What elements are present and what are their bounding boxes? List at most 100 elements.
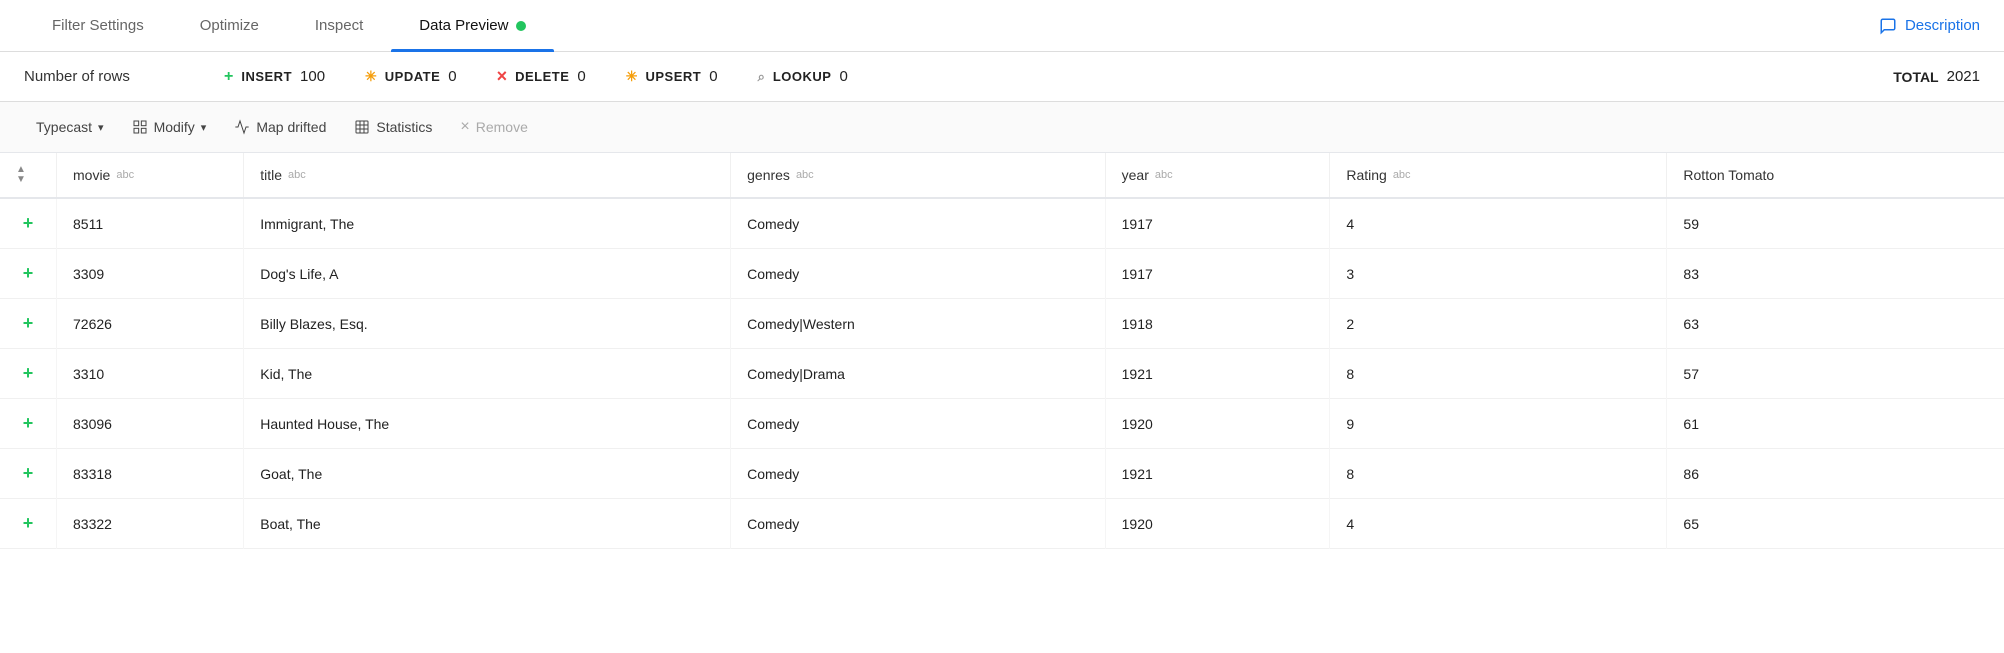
cell-title: Dog's Life, A — [244, 249, 731, 299]
cell-movie: 72626 — [57, 299, 244, 349]
remove-label: Remove — [476, 119, 528, 135]
col-label-title: title — [260, 167, 282, 183]
row-count-label: Number of rows — [24, 68, 184, 85]
update-value: 0 — [448, 68, 456, 85]
nav-item-inspect[interactable]: Inspect — [287, 0, 391, 52]
cell-title: Haunted House, The — [244, 399, 731, 449]
cell-rating: 8 — [1330, 349, 1667, 399]
cell-rotten_tomato: 65 — [1667, 499, 2004, 549]
cell-movie: 3309 — [57, 249, 244, 299]
col-header-rotten-tomato[interactable]: Rotton Tomato — [1667, 153, 2004, 198]
table-row: +83322Boat, TheComedy1920465 — [0, 499, 2004, 549]
cell-year: 1918 — [1105, 299, 1330, 349]
col-type-year: abc — [1155, 169, 1173, 181]
cell-rotten_tomato: 59 — [1667, 198, 2004, 249]
cell-movie: 83318 — [57, 449, 244, 499]
remove-x-icon: × — [460, 118, 469, 136]
modify-label: Modify — [154, 119, 195, 135]
row-plus-indicator[interactable]: + — [0, 198, 57, 249]
update-icon: ✳ — [365, 68, 377, 85]
total-value: 2021 — [1947, 68, 1980, 85]
typecast-label: Typecast — [36, 119, 92, 135]
col-header-rating[interactable]: Rating abc — [1330, 153, 1667, 198]
cell-rotten_tomato: 63 — [1667, 299, 2004, 349]
upsert-icon: ✳ — [626, 68, 638, 85]
cell-movie: 3310 — [57, 349, 244, 399]
col-label-genres: genres — [747, 167, 790, 183]
row-plus-indicator[interactable]: + — [0, 249, 57, 299]
cell-year: 1917 — [1105, 249, 1330, 299]
row-plus-indicator[interactable]: + — [0, 499, 57, 549]
stat-lookup: ⌕ LOOKUP 0 — [758, 68, 848, 85]
table-row: +3310Kid, TheComedy|Drama1921857 — [0, 349, 2004, 399]
typecast-button[interactable]: Typecast ▾ — [24, 113, 116, 141]
col-header-indicator: ▲▼ — [0, 153, 57, 198]
statistics-button[interactable]: Statistics — [342, 113, 444, 141]
cell-movie: 8511 — [57, 198, 244, 249]
table-body: +8511Immigrant, TheComedy1917459+3309Dog… — [0, 198, 2004, 549]
nav-item-data-preview[interactable]: Data Preview — [391, 0, 554, 52]
data-table: ▲▼ movie abc title abc — [0, 153, 2004, 549]
modify-button[interactable]: Modify ▾ — [120, 113, 219, 141]
map-drifted-icon — [234, 119, 250, 135]
cell-year: 1921 — [1105, 449, 1330, 499]
cell-title: Goat, The — [244, 449, 731, 499]
nav-label-filter-settings: Filter Settings — [52, 17, 144, 34]
row-plus-indicator[interactable]: + — [0, 299, 57, 349]
nav-label-data-preview: Data Preview — [419, 17, 508, 34]
sort-icon-indicator[interactable]: ▲▼ — [16, 165, 26, 185]
remove-button[interactable]: × Remove — [448, 112, 539, 142]
table-row: +72626Billy Blazes, Esq.Comedy|Western19… — [0, 299, 2004, 349]
cell-year: 1920 — [1105, 399, 1330, 449]
nav-item-filter-settings[interactable]: Filter Settings — [24, 0, 172, 52]
col-type-genres: abc — [796, 169, 814, 181]
lookup-label: LOOKUP — [773, 69, 832, 84]
nav-label-optimize: Optimize — [200, 17, 259, 34]
insert-value: 100 — [300, 68, 325, 85]
col-header-title[interactable]: title abc — [244, 153, 731, 198]
statistics-icon — [354, 119, 370, 135]
stat-delete: × DELETE 0 — [497, 66, 586, 87]
table-row: +8511Immigrant, TheComedy1917459 — [0, 198, 2004, 249]
table-row: +3309Dog's Life, AComedy1917383 — [0, 249, 2004, 299]
cell-genres: Comedy — [731, 499, 1106, 549]
description-button[interactable]: Description — [1879, 17, 1980, 35]
table-row: +83096Haunted House, TheComedy1920961 — [0, 399, 2004, 449]
cell-rotten_tomato: 83 — [1667, 249, 2004, 299]
delete-value: 0 — [577, 68, 585, 85]
cell-genres: Comedy — [731, 198, 1106, 249]
delete-icon: × — [497, 66, 508, 87]
col-type-movie: abc — [116, 169, 134, 181]
map-drifted-button[interactable]: Map drifted — [222, 113, 338, 141]
cell-rating: 9 — [1330, 399, 1667, 449]
active-dot — [516, 21, 526, 31]
map-drifted-label: Map drifted — [256, 119, 326, 135]
col-header-genres[interactable]: genres abc — [731, 153, 1106, 198]
row-plus-indicator[interactable]: + — [0, 349, 57, 399]
cell-title: Billy Blazes, Esq. — [244, 299, 731, 349]
cell-rating: 8 — [1330, 449, 1667, 499]
cell-title: Boat, The — [244, 499, 731, 549]
col-label-rotten-tomato: Rotton Tomato — [1683, 167, 1774, 183]
data-table-container: ▲▼ movie abc title abc — [0, 153, 2004, 549]
col-header-year[interactable]: year abc — [1105, 153, 1330, 198]
update-label: UPDATE — [385, 69, 440, 84]
upsert-value: 0 — [709, 68, 717, 85]
nav-label-inspect: Inspect — [315, 17, 363, 34]
table-header-row: ▲▼ movie abc title abc — [0, 153, 2004, 198]
cell-movie: 83096 — [57, 399, 244, 449]
col-header-movie[interactable]: movie abc — [57, 153, 244, 198]
row-plus-indicator[interactable]: + — [0, 449, 57, 499]
modify-icon — [132, 119, 148, 135]
stat-upsert: ✳ UPSERT 0 — [626, 68, 718, 85]
cell-rotten_tomato: 57 — [1667, 349, 2004, 399]
upsert-label: UPSERT — [646, 69, 702, 84]
col-label-rating: Rating — [1346, 167, 1386, 183]
row-plus-indicator[interactable]: + — [0, 399, 57, 449]
chat-icon — [1879, 17, 1897, 35]
typecast-chevron: ▾ — [98, 121, 104, 134]
cell-genres: Comedy — [731, 249, 1106, 299]
delete-label: DELETE — [515, 69, 569, 84]
cell-rating: 4 — [1330, 499, 1667, 549]
nav-item-optimize[interactable]: Optimize — [172, 0, 287, 52]
